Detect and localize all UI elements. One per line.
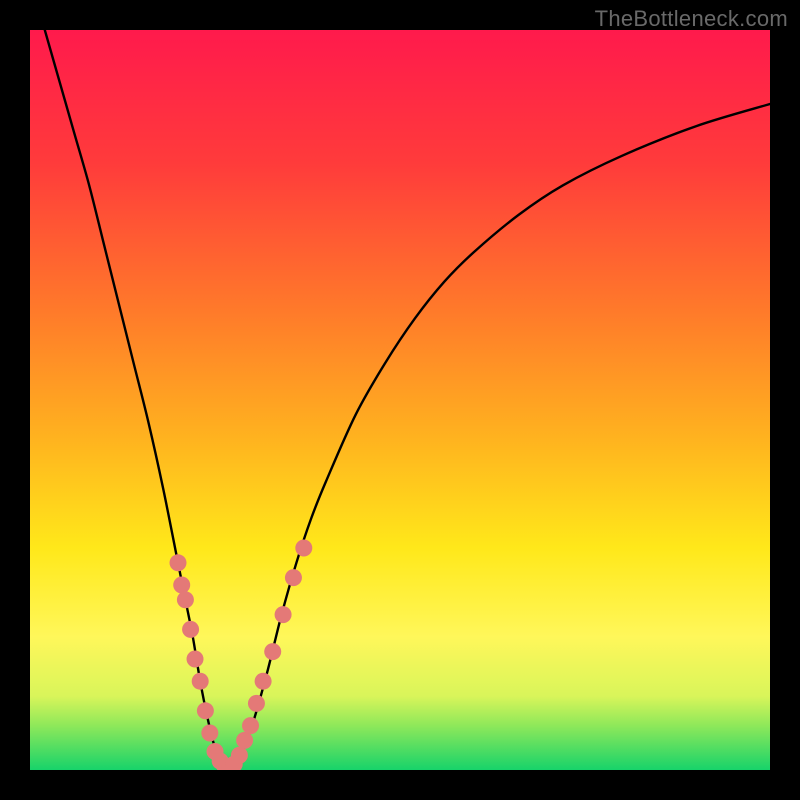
curve-marker (187, 651, 204, 668)
curve-marker (170, 554, 187, 571)
curve-marker (231, 747, 248, 764)
curve-marker (182, 621, 199, 638)
curve-marker (248, 695, 265, 712)
curve-marker (242, 717, 259, 734)
chart-frame: TheBottleneck.com (0, 0, 800, 800)
curve-marker (285, 569, 302, 586)
curve-marker (197, 702, 214, 719)
curve-marker (177, 591, 194, 608)
curve-marker (255, 673, 272, 690)
curve-marker (264, 643, 281, 660)
plot-area (30, 30, 770, 770)
watermark-text: TheBottleneck.com (595, 6, 788, 32)
curve-marker (173, 577, 190, 594)
curve-marker (236, 732, 253, 749)
curve-marker (192, 673, 209, 690)
curve-marker (295, 540, 312, 557)
curve-marker (275, 606, 292, 623)
chart-svg (30, 30, 770, 770)
curve-marker (201, 725, 218, 742)
